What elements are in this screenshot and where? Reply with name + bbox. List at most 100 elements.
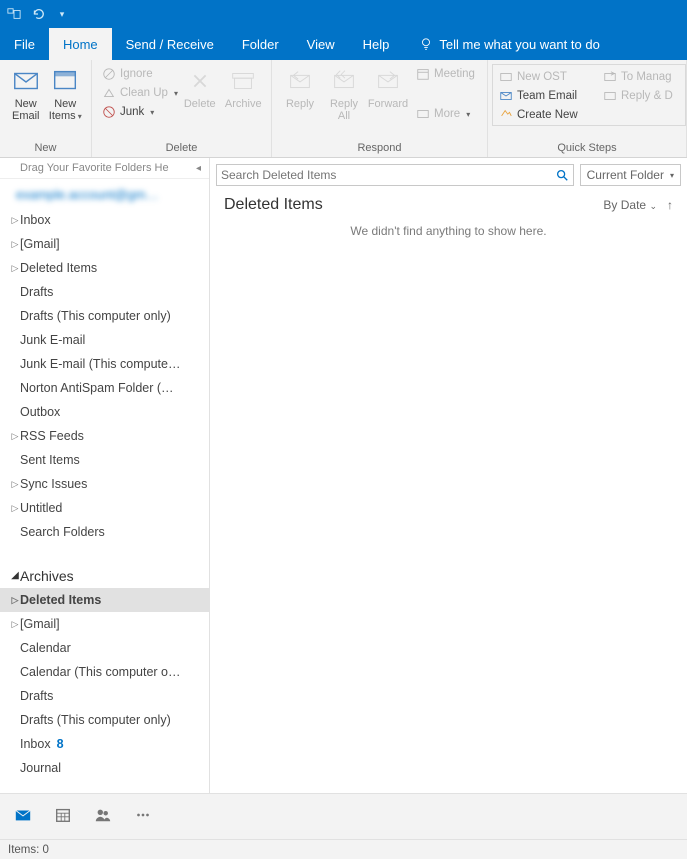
envelope-icon	[11, 66, 41, 96]
tab-help[interactable]: Help	[349, 28, 404, 60]
folder-item[interactable]: Inbox 8	[0, 732, 209, 756]
account-header[interactable]: example.account@gm…	[0, 179, 209, 208]
tab-folder[interactable]: Folder	[228, 28, 293, 60]
folder-label: Drafts	[20, 285, 53, 299]
empty-message: We didn't find anything to show here.	[210, 218, 687, 238]
folder-item[interactable]: Junk E-mail	[0, 328, 209, 352]
tell-me[interactable]: Tell me what you want to do	[403, 28, 599, 60]
new-email-button[interactable]: New Email	[6, 64, 46, 122]
sort-direction-icon[interactable]: ↑	[667, 198, 673, 212]
delete-icon	[185, 66, 215, 96]
folder-item[interactable]: ▷Inbox	[0, 208, 209, 232]
folder-item[interactable]: Drafts	[0, 684, 209, 708]
tab-home[interactable]: Home	[49, 28, 112, 60]
undo-icon[interactable]	[30, 6, 46, 22]
ignore-button[interactable]: Ignore	[98, 66, 178, 82]
folder-item[interactable]: Calendar (This computer o…	[0, 660, 209, 684]
reply-icon	[285, 66, 315, 96]
expand-icon[interactable]: ▷	[10, 503, 20, 514]
junk-button[interactable]: Junk▾	[98, 104, 178, 120]
nav-calendar-icon[interactable]	[54, 806, 72, 827]
chevron-down-icon: ▾	[670, 171, 674, 180]
new-items-button[interactable]: New Items▾	[46, 64, 86, 122]
nav-mail-icon[interactable]	[14, 806, 32, 827]
nav-bar	[0, 793, 687, 839]
section-label: Archives	[20, 568, 74, 584]
nav-more-icon[interactable]	[134, 806, 152, 827]
expand-icon[interactable]: ▷	[10, 263, 20, 274]
folder-item[interactable]: ▷[Gmail]	[0, 232, 209, 256]
collapse-favorites-icon[interactable]: ◂	[196, 163, 201, 174]
folder-item[interactable]: Sent Items	[0, 448, 209, 472]
folder-item[interactable]: ▷Deleted Items	[0, 256, 209, 280]
search-scope[interactable]: Current Folder ▾	[580, 164, 681, 186]
qs-to-manager[interactable]: To Manag	[599, 69, 683, 85]
sort-by[interactable]: By Date ⌄	[603, 198, 657, 212]
expand-icon[interactable]: ▷	[10, 215, 20, 226]
folder-item[interactable]: ▷RSS Feeds	[0, 424, 209, 448]
folder-item[interactable]: Outbox	[0, 400, 209, 424]
search-box[interactable]	[216, 164, 574, 186]
folder-label: Journal	[20, 761, 61, 775]
folder-item[interactable]: ▷Sync Issues	[0, 472, 209, 496]
folder-label: Inbox	[20, 737, 51, 751]
favorites-header[interactable]: Drag Your Favorite Folders He ◂	[0, 158, 209, 179]
folder-item[interactable]: ▷Untitled	[0, 496, 209, 520]
unread-count: 8	[57, 737, 64, 751]
folder-label: Deleted Items	[20, 261, 97, 275]
meeting-button[interactable]: Meeting	[412, 66, 479, 82]
folder-tree: ▷Inbox▷[Gmail]▷Deleted ItemsDraftsDrafts…	[0, 208, 209, 793]
more-respond-button[interactable]: More▾	[412, 106, 479, 122]
delete-button[interactable]: Delete	[178, 64, 222, 110]
group-new-label: New	[0, 142, 91, 157]
qs-new-ost[interactable]: New OST	[495, 69, 599, 85]
folder-label: Inbox	[20, 213, 51, 227]
group-respond: Reply Reply All Forward Meeting More▾ Re…	[272, 60, 488, 157]
folder-item[interactable]: ▷Deleted Items	[0, 588, 209, 612]
account-section[interactable]: ◢Archives	[0, 558, 209, 588]
folder-label: Calendar (This computer o…	[20, 665, 180, 679]
reply-all-icon	[329, 66, 359, 96]
folder-item[interactable]: Drafts (This computer only)	[0, 708, 209, 732]
qs-team-email[interactable]: Team Email	[495, 88, 599, 104]
search-icon[interactable]	[555, 168, 569, 182]
folder-label: Drafts (This computer only)	[20, 309, 171, 323]
folder-label: Calendar	[20, 641, 71, 655]
folder-label: Drafts	[20, 689, 53, 703]
expand-icon[interactable]: ▷	[10, 595, 20, 606]
forward-icon	[373, 66, 403, 96]
folder-label: Drafts (This computer only)	[20, 713, 171, 727]
tab-file[interactable]: File	[0, 28, 49, 60]
expand-icon[interactable]: ▷	[10, 619, 20, 630]
expand-icon[interactable]: ▷	[10, 431, 20, 442]
ribbon: New Email New Items▾ New Ignore Clean Up…	[0, 60, 687, 158]
expand-icon[interactable]: ▷	[10, 479, 20, 490]
folder-title: Deleted Items	[224, 196, 323, 214]
tab-send-receive[interactable]: Send / Receive	[112, 28, 228, 60]
folder-item[interactable]: Drafts	[0, 280, 209, 304]
nav-people-icon[interactable]	[94, 806, 112, 827]
cleanup-button[interactable]: Clean Up▾	[98, 85, 178, 101]
folder-label: RSS Feeds	[20, 429, 84, 443]
forward-button[interactable]: Forward	[366, 64, 410, 110]
expand-icon[interactable]: ◢	[10, 570, 20, 581]
qs-create-new[interactable]: Create New	[495, 107, 599, 123]
qat-customize-icon[interactable]: ▾	[54, 6, 70, 22]
expand-icon[interactable]: ▷	[10, 239, 20, 250]
folder-item[interactable]: Junk E-mail (This compute…	[0, 352, 209, 376]
search-input[interactable]	[221, 168, 555, 182]
archive-button[interactable]: Archive	[222, 64, 266, 110]
folder-item[interactable]: Drafts (This computer only)	[0, 304, 209, 328]
reply-button[interactable]: Reply	[278, 64, 322, 110]
reply-all-button[interactable]: Reply All	[322, 64, 366, 122]
folder-item[interactable]: Journal	[0, 756, 209, 780]
qs-reply-delete[interactable]: Reply & D	[599, 88, 683, 104]
tab-view[interactable]: View	[293, 28, 349, 60]
folder-item[interactable]: ▷[Gmail]	[0, 612, 209, 636]
folder-item[interactable]: Search Folders	[0, 520, 209, 544]
message-pane: Current Folder ▾ Deleted Items By Date ⌄…	[210, 158, 687, 793]
folder-item[interactable]: Calendar	[0, 636, 209, 660]
folder-label: Sync Issues	[20, 477, 87, 491]
folder-label: Search Folders	[20, 525, 105, 539]
folder-item[interactable]: Norton AntiSpam Folder (…	[0, 376, 209, 400]
